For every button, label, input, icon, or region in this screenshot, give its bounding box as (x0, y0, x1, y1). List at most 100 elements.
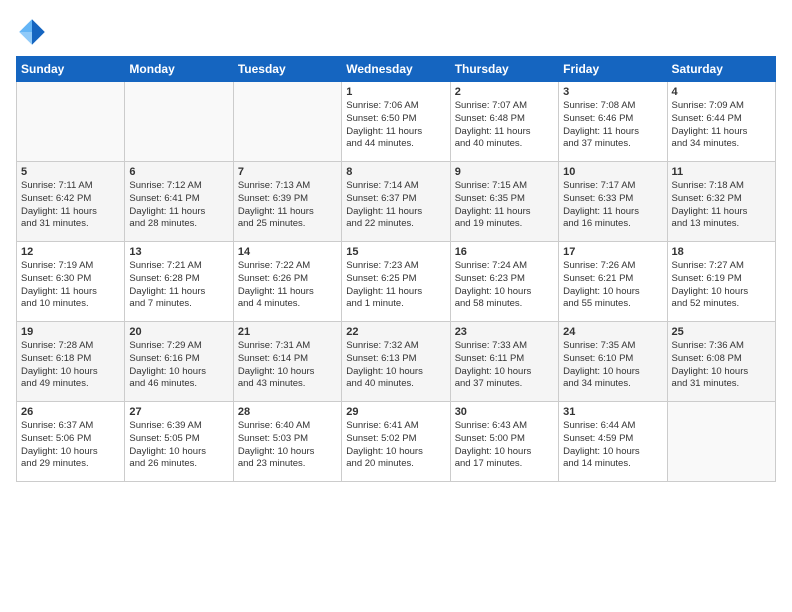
calendar-cell: 28Sunrise: 6:40 AM Sunset: 5:03 PM Dayli… (233, 402, 341, 482)
day-number: 6 (129, 166, 228, 178)
calendar-cell: 19 Sunrise: 7:28 AM Sunset: 6:18 PM Dayli… (17, 322, 125, 402)
calendar-cell: 24 Sunrise: 7:35 AM Sunset: 6:10 PM Dayli… (559, 322, 667, 402)
cell-content: Sunrise: 7:12 AM Sunset: 6:41 PM Dayligh… (129, 180, 228, 231)
calendar-cell: 6 Sunrise: 7:12 AM Sunset: 6:41 PM Daylig… (125, 162, 233, 242)
cell-content: Sunrise: 7:36 AM Sunset: 6:08 PM Dayligh… (672, 340, 771, 391)
cell-content: Sunrise: 7:28 AM Sunset: 6:18 PM Dayligh… (21, 340, 120, 391)
day-number: 13 (129, 246, 228, 258)
cell-content: Sunrise: 7:17 AM Sunset: 6:33 PM Dayligh… (563, 180, 662, 231)
cell-content: Sunrise: 7:13 AM Sunset: 6:39 PM Dayligh… (238, 180, 337, 231)
header-saturday: Saturday (667, 57, 775, 82)
calendar-cell: 26 Sunrise: 6:37 AM Sunset: 5:06 PM Dayli… (17, 402, 125, 482)
cell-content: Sunrise: 7:18 AM Sunset: 6:32 PM Dayligh… (672, 180, 771, 231)
calendar-table: SundayMondayTuesdayWednesdayThursdayFrid… (16, 56, 776, 482)
day-number: 26 (21, 406, 120, 418)
calendar-cell: 27 Sunrise: 6:39 AM Sunset: 5:05 PM Dayli… (125, 402, 233, 482)
calendar-cell: 7 Sunrise: 7:13 AM Sunset: 6:39 PM Daylig… (233, 162, 341, 242)
calendar-cell: 17 Sunrise: 7:26 AM Sunset: 6:21 PM Dayli… (559, 242, 667, 322)
header-tuesday: Tuesday (233, 57, 341, 82)
day-number: 23 (455, 326, 554, 338)
day-number: 19 (21, 326, 120, 338)
day-number: 12 (21, 246, 120, 258)
calendar-cell: 4 Sunrise: 7:09 AM Sunset: 6:44 PM Daylig… (667, 82, 775, 162)
week-row-5: 26 Sunrise: 6:37 AM Sunset: 5:06 PM Dayli… (17, 402, 776, 482)
day-number: 11 (672, 166, 771, 178)
calendar-cell: 29 Sunrise: 6:41 AM Sunset: 5:02 PM Dayli… (342, 402, 450, 482)
day-number: 31 (563, 406, 662, 418)
day-number: 10 (563, 166, 662, 178)
calendar-cell: 3Sunrise: 7:08 AM Sunset: 6:46 PM Daylig… (559, 82, 667, 162)
cell-content: Sunrise: 7:33 AM Sunset: 6:11 PM Dayligh… (455, 340, 554, 391)
day-number: 22 (346, 326, 445, 338)
cell-content: Sunrise: 7:27 AM Sunset: 6:19 PM Dayligh… (672, 260, 771, 311)
cell-content: Sunrise: 7:15 AM Sunset: 6:35 PM Dayligh… (455, 180, 554, 231)
header-row: SundayMondayTuesdayWednesdayThursdayFrid… (17, 57, 776, 82)
logo (16, 16, 52, 48)
day-number: 17 (563, 246, 662, 258)
day-number: 24 (563, 326, 662, 338)
calendar-cell: 16 Sunrise: 7:24 AM Sunset: 6:23 PM Dayli… (450, 242, 558, 322)
calendar-cell: 23 Sunrise: 7:33 AM Sunset: 6:11 PM Dayli… (450, 322, 558, 402)
day-number: 21 (238, 326, 337, 338)
day-number: 5 (21, 166, 120, 178)
day-number: 30 (455, 406, 554, 418)
cell-content: Sunrise: 6:43 AM Sunset: 5:00 PM Dayligh… (455, 420, 554, 471)
cell-content: Sunrise: 7:19 AM Sunset: 6:30 PM Dayligh… (21, 260, 120, 311)
calendar-cell (233, 82, 341, 162)
day-number: 2 (455, 86, 554, 98)
day-number: 7 (238, 166, 337, 178)
calendar-cell: 22 Sunrise: 7:32 AM Sunset: 6:13 PM Dayli… (342, 322, 450, 402)
cell-content: Sunrise: 6:44 AM Sunset: 4:59 PM Dayligh… (563, 420, 662, 471)
day-number: 15 (346, 246, 445, 258)
week-row-3: 12 Sunrise: 7:19 AM Sunset: 6:30 PM Dayli… (17, 242, 776, 322)
cell-content: Sunrise: 6:41 AM Sunset: 5:02 PM Dayligh… (346, 420, 445, 471)
day-number: 29 (346, 406, 445, 418)
calendar-cell: 31 Sunrise: 6:44 AM Sunset: 4:59 PM Dayli… (559, 402, 667, 482)
cell-content: Sunrise: 6:37 AM Sunset: 5:06 PM Dayligh… (21, 420, 120, 471)
day-number: 27 (129, 406, 228, 418)
calendar-cell (125, 82, 233, 162)
header-monday: Monday (125, 57, 233, 82)
header-thursday: Thursday (450, 57, 558, 82)
calendar-cell: 1 Sunrise: 7:06 AM Sunset: 6:50 PM Daylig… (342, 82, 450, 162)
cell-content: Sunrise: 7:06 AM Sunset: 6:50 PM Dayligh… (346, 100, 445, 151)
cell-content: Sunrise: 7:31 AM Sunset: 6:14 PM Dayligh… (238, 340, 337, 391)
cell-content: Sunrise: 7:29 AM Sunset: 6:16 PM Dayligh… (129, 340, 228, 391)
day-number: 28 (238, 406, 337, 418)
day-number: 1 (346, 86, 445, 98)
calendar-cell (17, 82, 125, 162)
calendar-cell: 20Sunrise: 7:29 AM Sunset: 6:16 PM Dayli… (125, 322, 233, 402)
cell-content: Sunrise: 6:39 AM Sunset: 5:05 PM Dayligh… (129, 420, 228, 471)
cell-content: Sunrise: 7:07 AM Sunset: 6:48 PM Dayligh… (455, 100, 554, 151)
calendar-cell: 25 Sunrise: 7:36 AM Sunset: 6:08 PM Dayli… (667, 322, 775, 402)
cell-content: Sunrise: 7:32 AM Sunset: 6:13 PM Dayligh… (346, 340, 445, 391)
week-row-4: 19 Sunrise: 7:28 AM Sunset: 6:18 PM Dayli… (17, 322, 776, 402)
day-number: 14 (238, 246, 337, 258)
week-row-2: 5 Sunrise: 7:11 AM Sunset: 6:42 PM Daylig… (17, 162, 776, 242)
day-number: 25 (672, 326, 771, 338)
day-number: 4 (672, 86, 771, 98)
calendar-cell: 5 Sunrise: 7:11 AM Sunset: 6:42 PM Daylig… (17, 162, 125, 242)
cell-content: Sunrise: 7:23 AM Sunset: 6:25 PM Dayligh… (346, 260, 445, 311)
cell-content: Sunrise: 7:35 AM Sunset: 6:10 PM Dayligh… (563, 340, 662, 391)
day-number: 8 (346, 166, 445, 178)
calendar-cell: 30 Sunrise: 6:43 AM Sunset: 5:00 PM Dayli… (450, 402, 558, 482)
calendar-cell: 21 Sunrise: 7:31 AM Sunset: 6:14 PM Dayli… (233, 322, 341, 402)
logo-icon (16, 16, 48, 48)
day-number: 16 (455, 246, 554, 258)
week-row-1: 1 Sunrise: 7:06 AM Sunset: 6:50 PM Daylig… (17, 82, 776, 162)
calendar-cell: 18Sunrise: 7:27 AM Sunset: 6:19 PM Dayli… (667, 242, 775, 322)
calendar-cell: 10 Sunrise: 7:17 AM Sunset: 6:33 PM Dayli… (559, 162, 667, 242)
header-sunday: Sunday (17, 57, 125, 82)
page-header (16, 16, 776, 48)
cell-content: Sunrise: 7:09 AM Sunset: 6:44 PM Dayligh… (672, 100, 771, 151)
calendar-cell: 11 Sunrise: 7:18 AM Sunset: 6:32 PM Dayli… (667, 162, 775, 242)
cell-content: Sunrise: 7:11 AM Sunset: 6:42 PM Dayligh… (21, 180, 120, 231)
cell-content: Sunrise: 7:26 AM Sunset: 6:21 PM Dayligh… (563, 260, 662, 311)
cell-content: Sunrise: 7:24 AM Sunset: 6:23 PM Dayligh… (455, 260, 554, 311)
calendar-cell: 12 Sunrise: 7:19 AM Sunset: 6:30 PM Dayli… (17, 242, 125, 322)
calendar-cell: 14 Sunrise: 7:22 AM Sunset: 6:26 PM Dayli… (233, 242, 341, 322)
cell-content: Sunrise: 7:22 AM Sunset: 6:26 PM Dayligh… (238, 260, 337, 311)
calendar-cell: 13Sunrise: 7:21 AM Sunset: 6:28 PM Dayli… (125, 242, 233, 322)
cell-content: Sunrise: 7:08 AM Sunset: 6:46 PM Dayligh… (563, 100, 662, 151)
